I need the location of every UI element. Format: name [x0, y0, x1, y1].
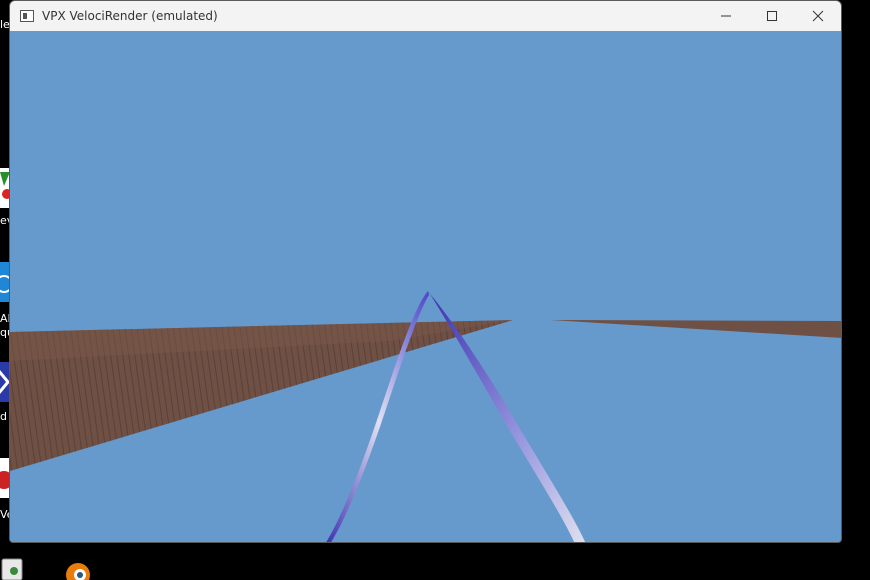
minimize-button[interactable]: [703, 1, 749, 31]
render-viewport[interactable]: [10, 31, 842, 543]
sky: [10, 31, 841, 542]
window-title: VPX VelociRender (emulated): [42, 9, 218, 23]
blender-icon[interactable]: [58, 557, 98, 580]
taskbar-app-icon[interactable]: [0, 557, 26, 580]
window-controls: [703, 1, 841, 31]
maximize-button[interactable]: [749, 1, 795, 31]
close-icon: [812, 10, 824, 22]
close-button[interactable]: [795, 1, 841, 31]
window-app-icon[interactable]: [20, 10, 34, 22]
minimize-icon: [721, 15, 731, 17]
title-bar[interactable]: VPX VelociRender (emulated): [10, 1, 841, 31]
app-window: VPX VelociRender (emulated): [9, 0, 842, 543]
maximize-icon: [767, 11, 777, 21]
desktop-icon-label[interactable]: d: [0, 410, 7, 423]
